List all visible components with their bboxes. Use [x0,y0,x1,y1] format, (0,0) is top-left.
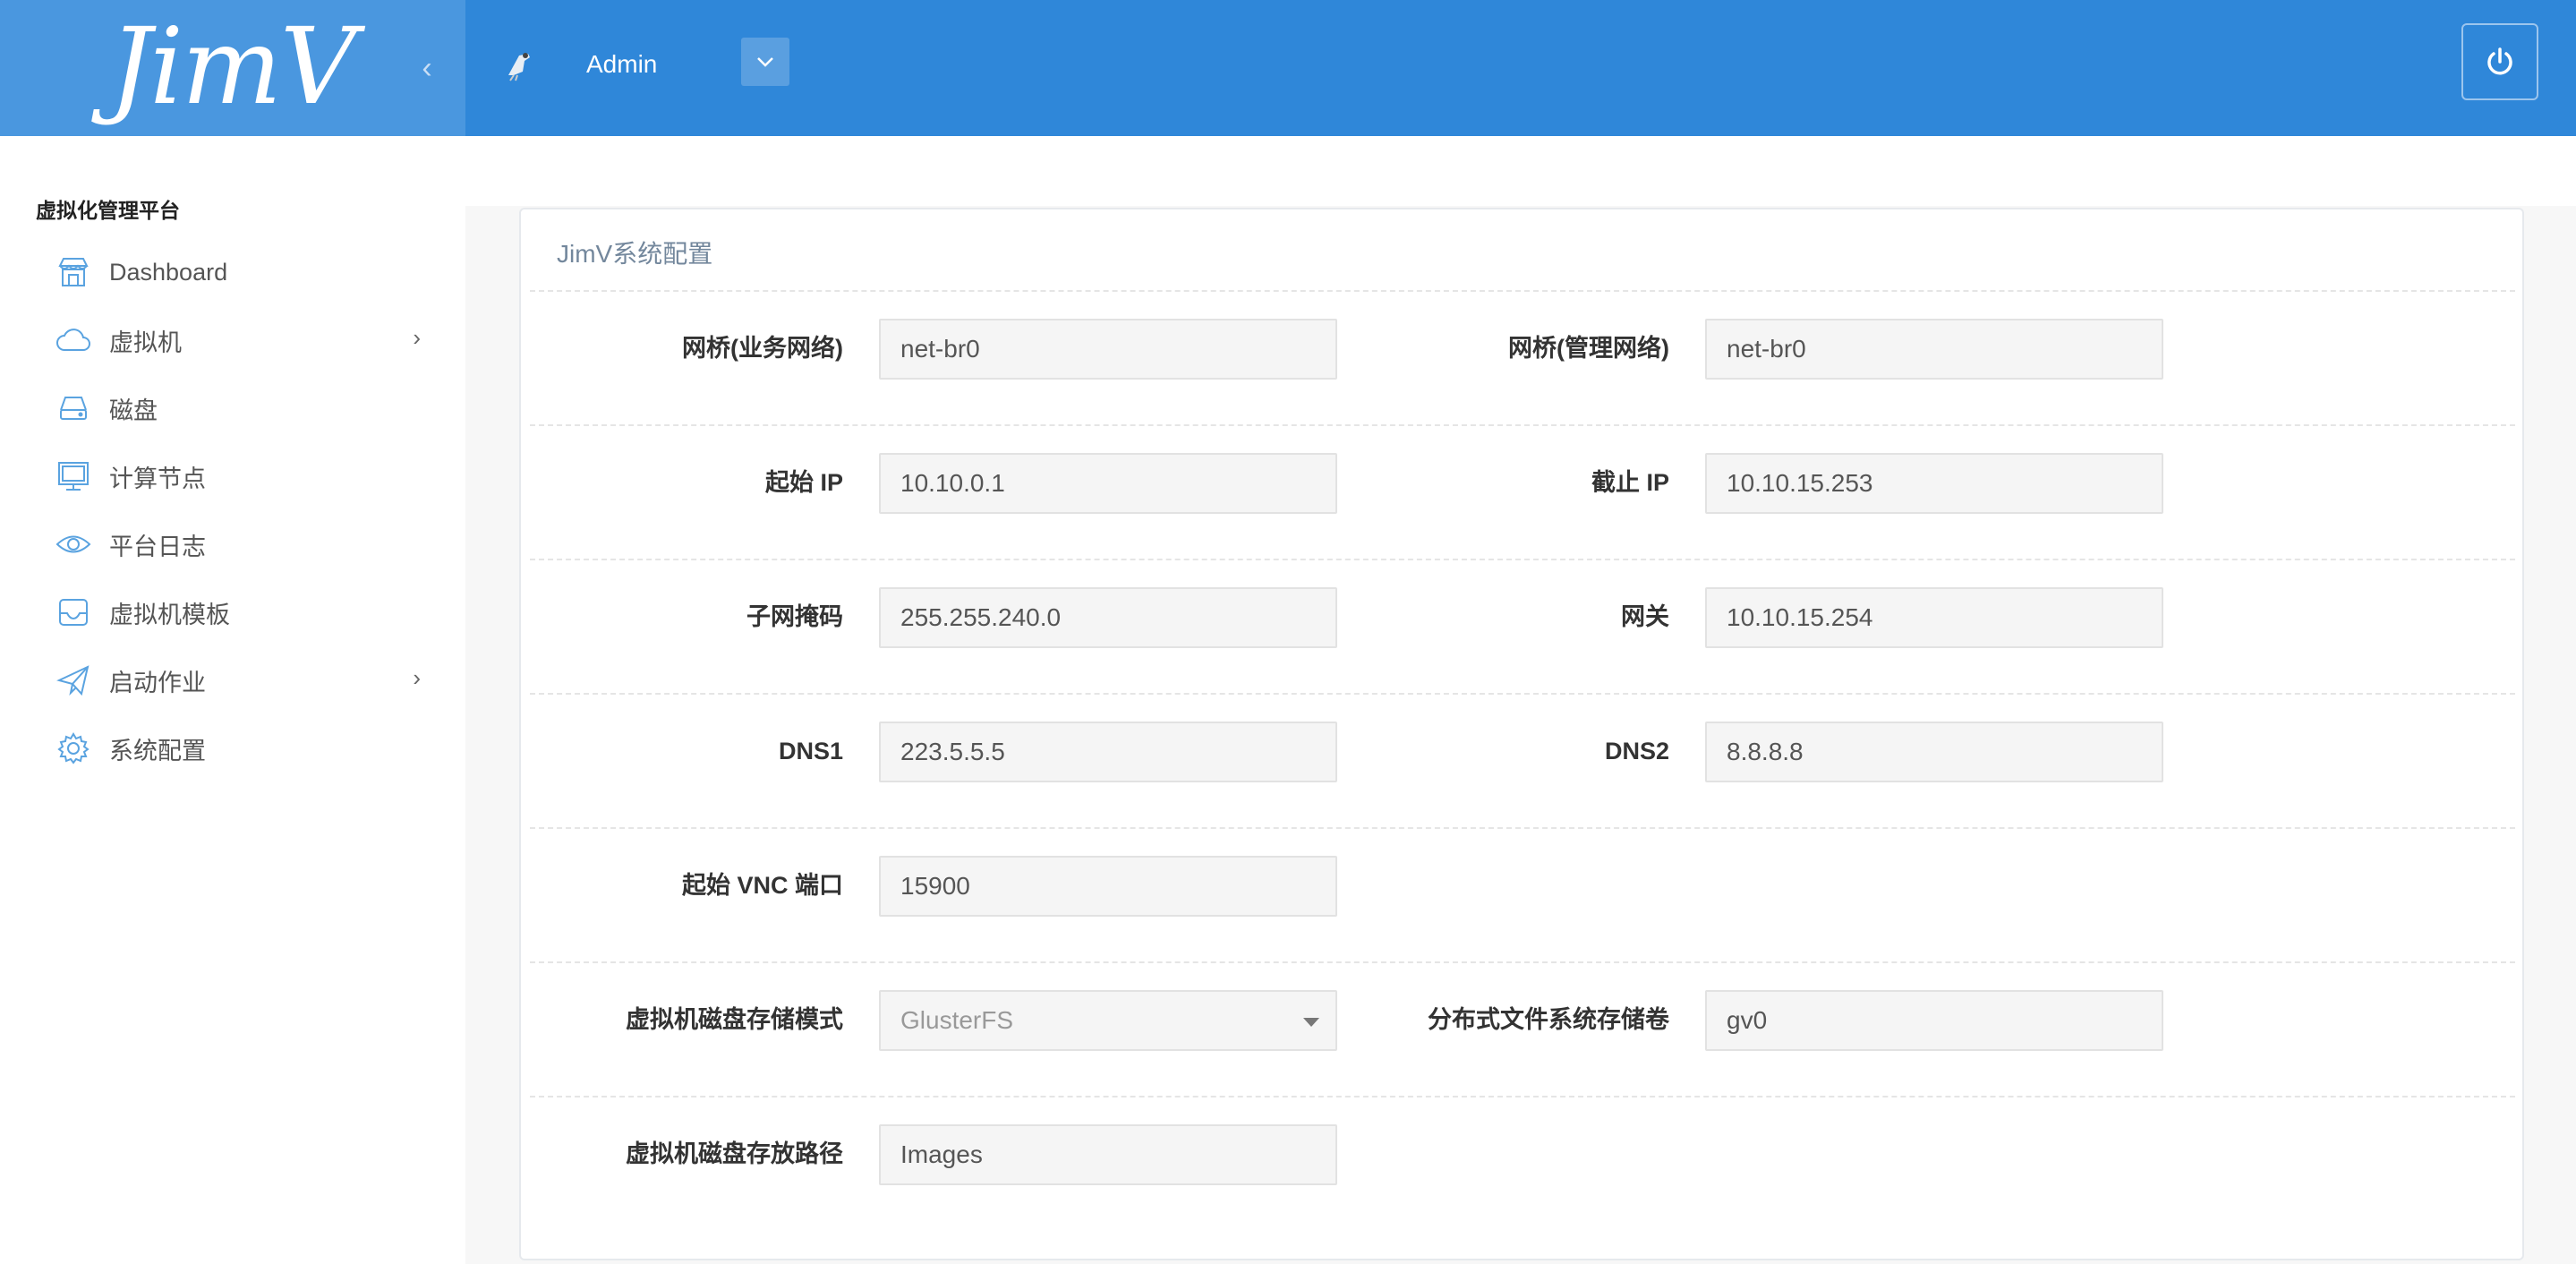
vnc-port-label: 起始 VNC 端口 [681,872,843,899]
sidebar-item-label: 系统配置 [109,737,206,764]
bridge-business-input[interactable]: net-br0 [879,319,1337,380]
divider [530,290,2515,292]
dns1-input[interactable]: 223.5.5.5 [879,722,1337,782]
storage-mode-value: GlusterFS [900,1006,1014,1034]
logo-area: JimV ‹ [0,0,465,136]
netmask-label: 子网掩码 [746,603,843,630]
cloud-icon [54,320,93,360]
sidebar-collapse-button[interactable]: ‹ [414,50,440,86]
bridge-business-label: 网桥(业务网络) [682,335,843,362]
eye-icon [54,525,93,564]
sidebar-item-label: 虚拟机模板 [109,601,230,628]
sidebar-item-label: 磁盘 [109,397,158,424]
sidebar-item-boot-jobs[interactable]: 启动作业 › [54,655,421,705]
dns2-label: DNS2 [1604,738,1669,764]
sidebar-item-label: 平台日志 [109,533,206,560]
caret-down-icon [1303,1018,1319,1027]
netmask-input[interactable]: 255.255.240.0 [879,587,1337,648]
avatar[interactable] [501,45,537,84]
sidebar: 虚拟化管理平台 Dashboard 虚拟机 › 磁盘 计算节点 平台日志 虚拟机… [0,136,465,1264]
bridge-management-label: 网桥(管理网络) [1508,335,1669,362]
top-header: JimV ‹ Admin [0,0,2576,136]
logo[interactable]: JimV [109,4,378,129]
sidebar-item-vm[interactable]: 虚拟机 › [54,315,421,365]
paper-plane-icon [54,661,93,700]
divider [530,827,2515,829]
dns2-input[interactable]: 8.8.8.8 [1705,722,2163,782]
sidebar-item-compute-nodes[interactable]: 计算节点 [54,451,421,501]
dns1-label: DNS1 [778,738,843,764]
dfs-volume-label: 分布式文件系统存储卷 [1428,1006,1669,1033]
divider [530,961,2515,963]
sidebar-section-title: 虚拟化管理平台 [36,199,180,222]
sidebar-item-vm-templates[interactable]: 虚拟机模板 [54,587,421,637]
vnc-port-input[interactable]: 15900 [879,856,1337,917]
divider [530,559,2515,560]
chevron-left-icon: ‹ [422,50,432,85]
end-ip-label: 截止 IP [1591,469,1669,496]
user-name[interactable]: Admin [586,47,657,82]
chevron-down-icon [757,57,773,67]
sidebar-item-dashboard[interactable]: Dashboard [54,247,421,297]
gateway-label: 网关 [1621,603,1669,630]
logout-button[interactable] [2461,23,2538,100]
storage-path-label: 虚拟机磁盘存放路径 [626,1140,843,1167]
storage-path-input[interactable]: Images [879,1124,1337,1185]
chevron-right-icon: › [413,324,421,351]
bridge-management-input[interactable]: net-br0 [1705,319,2163,380]
dfs-volume-input[interactable]: gv0 [1705,990,2163,1051]
sidebar-item-label: Dashboard [109,258,228,286]
divider [530,1096,2515,1097]
sidebar-item-label: 虚拟机 [109,329,182,356]
divider [530,424,2515,426]
storage-mode-select[interactable]: GlusterFS [879,990,1337,1051]
gear-icon [54,729,93,768]
divider [530,693,2515,695]
panel-title: JimV系统配置 [557,240,713,268]
end-ip-input[interactable]: 10.10.15.253 [1705,453,2163,514]
hdd-icon [54,389,93,428]
user-menu-toggle[interactable] [741,38,789,86]
inbox-icon [54,593,93,632]
power-icon [2487,47,2512,75]
start-ip-label: 起始 IP [764,469,843,496]
desktop-icon [54,457,93,496]
start-ip-input[interactable]: 10.10.0.1 [879,453,1337,514]
storage-mode-label: 虚拟机磁盘存储模式 [626,1006,843,1033]
sidebar-item-disk[interactable]: 磁盘 [54,383,421,433]
store-icon [54,252,93,292]
sidebar-item-system-config[interactable]: 系统配置 [54,723,421,773]
sidebar-item-logs[interactable]: 平台日志 [54,519,421,569]
sidebar-item-label: 计算节点 [109,465,206,492]
config-panel: JimV系统配置 网桥(业务网络) net-br0 网桥(管理网络) net-b… [519,208,2524,1260]
gateway-input[interactable]: 10.10.15.254 [1705,587,2163,648]
sidebar-item-label: 启动作业 [109,669,206,696]
chevron-right-icon: › [413,664,421,691]
